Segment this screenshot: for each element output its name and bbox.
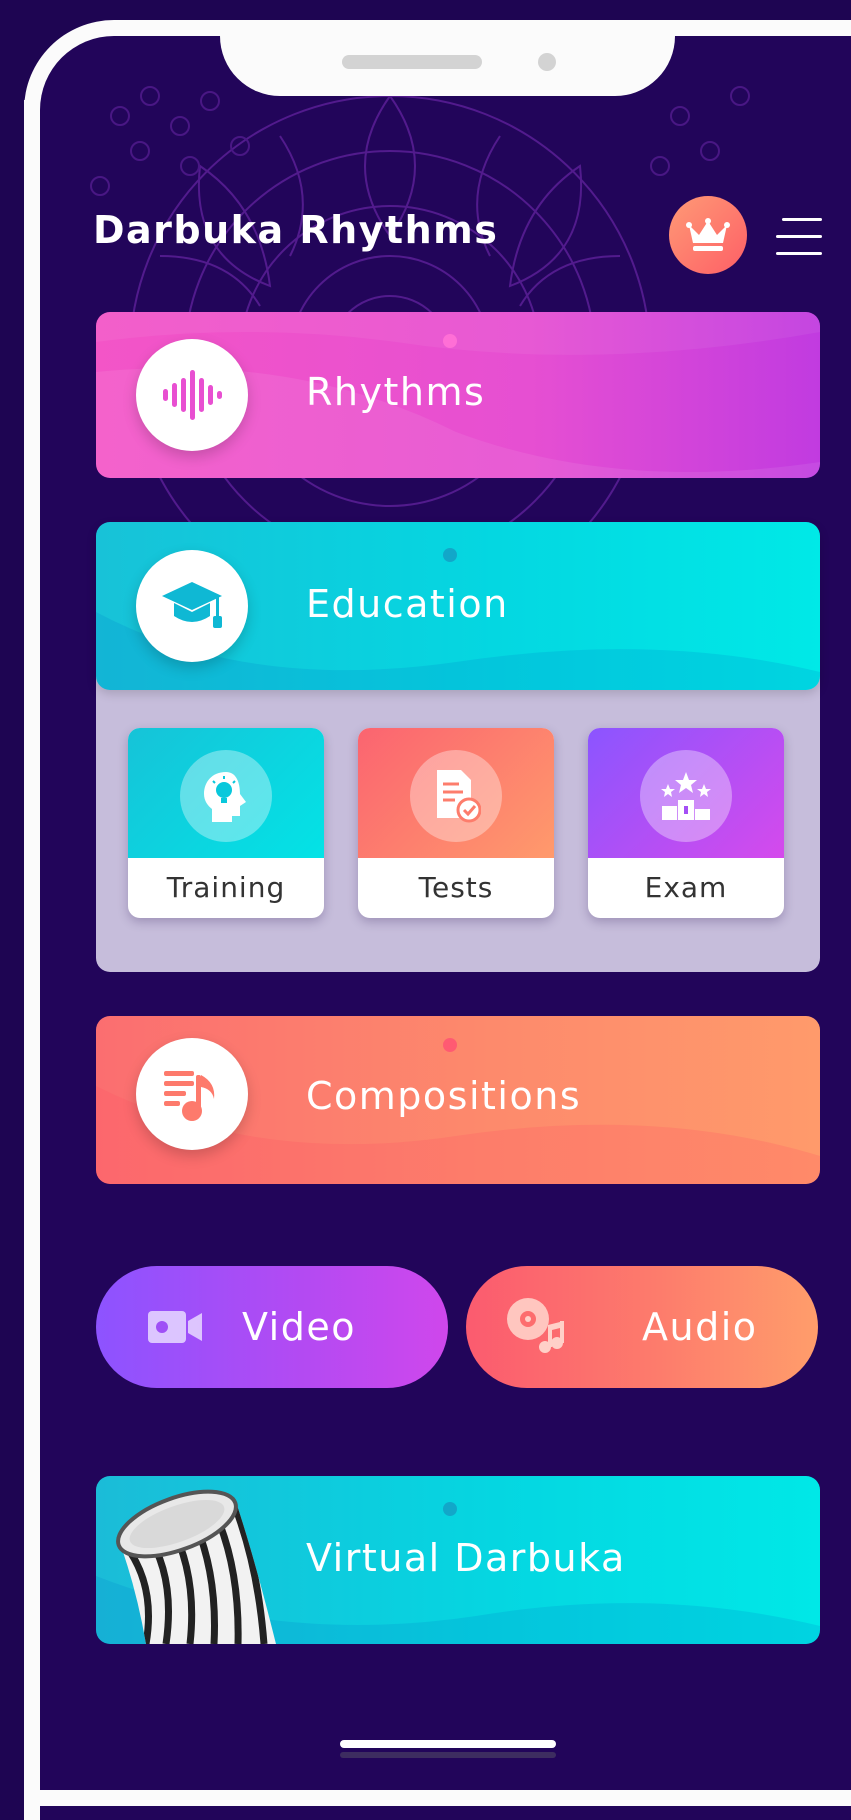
education-label: Education xyxy=(306,582,509,626)
head-lightbulb-icon xyxy=(204,772,246,822)
training-tile[interactable]: Training xyxy=(128,728,324,918)
audio-button[interactable]: Audio xyxy=(466,1266,818,1388)
audio-label: Audio xyxy=(642,1305,758,1349)
video-button[interactable]: Video xyxy=(96,1266,448,1388)
compositions-label: Compositions xyxy=(306,1074,582,1118)
phone-frame-edge xyxy=(24,1790,851,1806)
training-icon-circle xyxy=(180,750,272,842)
virtual-darbuka-label: Virtual Darbuka xyxy=(306,1536,626,1580)
decorative-dot xyxy=(443,1038,457,1052)
compositions-card[interactable]: Compositions xyxy=(96,1016,820,1184)
speaker-grille xyxy=(342,55,482,69)
tests-tile[interactable]: Tests xyxy=(358,728,554,918)
sound-wave-icon xyxy=(163,370,222,420)
hamburger-menu-icon xyxy=(776,235,822,238)
tests-label: Tests xyxy=(418,871,494,904)
front-camera xyxy=(538,53,556,71)
decorative-dot xyxy=(443,1502,457,1516)
darbuka-drum-image xyxy=(116,1489,276,1644)
disc-music-icon xyxy=(507,1298,564,1353)
training-label: Training xyxy=(166,871,286,904)
hamburger-menu-icon xyxy=(776,252,822,255)
hamburger-menu-icon xyxy=(782,218,822,221)
graduation-cap-icon xyxy=(162,582,222,628)
podium-stars-icon xyxy=(661,772,711,820)
home-indicator[interactable] xyxy=(340,1740,556,1748)
decorative-dot xyxy=(443,334,457,348)
phone-notch xyxy=(220,20,675,96)
decorative-dot xyxy=(443,548,457,562)
education-icon-circle xyxy=(136,550,248,662)
compositions-icon-circle xyxy=(136,1038,248,1150)
rhythms-label: Rhythms xyxy=(306,370,486,414)
music-list-icon xyxy=(164,1071,215,1121)
document-check-icon xyxy=(437,770,481,823)
exam-icon-circle xyxy=(640,750,732,842)
video-label: Video xyxy=(242,1305,356,1349)
premium-button[interactable] xyxy=(669,196,747,274)
rhythms-icon-circle xyxy=(136,339,248,451)
tests-icon-circle xyxy=(410,750,502,842)
video-camera-icon xyxy=(148,1311,202,1343)
education-card[interactable]: Education xyxy=(96,522,820,690)
phone-frame-edge xyxy=(24,100,40,1806)
rhythms-card[interactable]: Rhythms xyxy=(96,312,820,478)
home-indicator-shadow xyxy=(340,1752,556,1758)
crown-icon xyxy=(686,218,730,251)
virtual-darbuka-card[interactable]: Virtual Darbuka xyxy=(96,1476,820,1644)
exam-label: Exam xyxy=(644,871,728,904)
app-title: Darbuka Rhythms xyxy=(93,208,499,252)
exam-tile[interactable]: Exam xyxy=(588,728,784,918)
menu-button[interactable] xyxy=(776,218,822,258)
